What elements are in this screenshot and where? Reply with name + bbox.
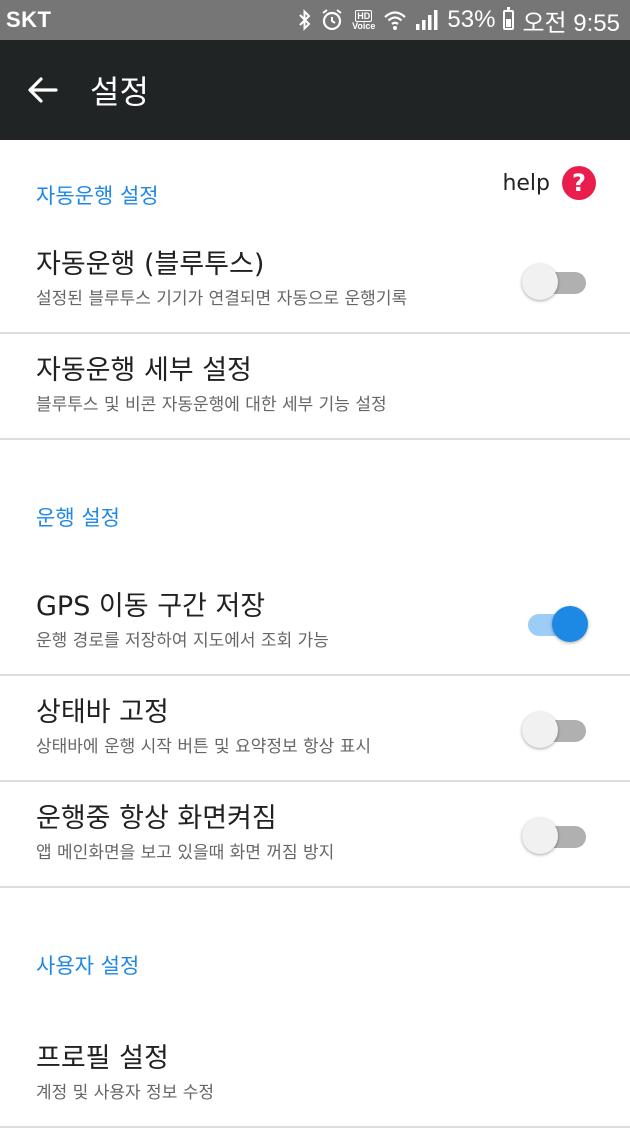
setting-title: 운행중 항상 화면켜짐	[36, 803, 277, 834]
hd-voice-icon: HD Voice	[352, 9, 376, 31]
auto-drive-bluetooth-toggle[interactable]	[522, 262, 586, 302]
section-header-drive-settings: 운행 설정	[36, 506, 120, 530]
setting-subtitle: 앱 메인화면을 보고 있을때 화면 꺼짐 방지	[36, 843, 335, 863]
setting-title: 자동운행 (블루투스)	[36, 249, 265, 280]
alarm-clock-icon	[320, 8, 344, 32]
setting-subtitle: 설정된 블루투스 기기가 연결되면 자동으로 운행기록	[36, 289, 408, 309]
setting-title: 프로필 설정	[36, 1043, 169, 1074]
app-bar: 설정	[0, 40, 630, 140]
page-title: 설정	[90, 73, 149, 111]
setting-title: 자동운행 세부 설정	[36, 355, 252, 386]
settings-list: 자동운행 설정 help ? 자동운행 (블루투스) 설정된 블루투스 기기가 …	[0, 140, 630, 1128]
battery-icon	[503, 7, 515, 30]
help-button[interactable]: help ?	[502, 166, 596, 200]
setting-subtitle: 블루투스 및 비콘 자동운행에 대한 세부 기능 설정	[36, 395, 387, 415]
setting-title: 상태바 고정	[36, 697, 169, 728]
statusbar-pin-toggle[interactable]	[522, 710, 586, 750]
status-icons: HD Voice 53% 오전 9:55	[298, 3, 620, 38]
status-bar: SKT HD Voice 53% 오전 9:55	[0, 0, 630, 40]
gps-save-toggle[interactable]	[522, 604, 588, 644]
wifi-icon	[383, 9, 407, 31]
setting-row-gps-save[interactable]: GPS 이동 구간 저장 운행 경로를 저장하여 지도에서 조회 가능	[0, 570, 630, 676]
section-header-user-settings: 사용자 설정	[36, 954, 140, 978]
arrow-left-icon	[28, 77, 58, 103]
question-circle-icon: ?	[562, 166, 596, 200]
setting-row-auto-drive-details[interactable]: 자동운행 세부 설정 블루투스 및 비콘 자동운행에 대한 세부 기능 설정	[0, 334, 630, 440]
setting-row-auto-drive-bluetooth[interactable]: 자동운행 (블루투스) 설정된 블루투스 기기가 연결되면 자동으로 운행기록	[0, 228, 630, 334]
screen-on-toggle[interactable]	[522, 816, 586, 856]
help-label: help	[502, 170, 550, 196]
setting-subtitle: 운행 경로를 저장하여 지도에서 조회 가능	[36, 631, 329, 651]
setting-row-profile[interactable]: 프로필 설정 계정 및 사용자 정보 수정	[0, 1022, 630, 1128]
carrier-label: SKT	[6, 7, 52, 32]
setting-title: GPS 이동 구간 저장	[36, 591, 266, 622]
setting-row-statusbar-pin[interactable]: 상태바 고정 상태바에 운행 시작 버튼 및 요약정보 항상 표시	[0, 676, 630, 782]
back-button[interactable]	[26, 73, 60, 107]
battery-percent: 53%	[447, 6, 496, 33]
bluetooth-icon	[298, 9, 312, 31]
section-header-auto-drive: 자동운행 설정 help ?	[0, 140, 630, 228]
signal-icon	[415, 9, 439, 31]
setting-subtitle: 상태바에 운행 시작 버튼 및 요약정보 항상 표시	[36, 737, 371, 757]
setting-subtitle: 계정 및 사용자 정보 수정	[36, 1083, 215, 1103]
clock: 오전 9:55	[522, 9, 620, 37]
setting-row-screen-on[interactable]: 운행중 항상 화면켜짐 앱 메인화면을 보고 있을때 화면 꺼짐 방지	[0, 782, 630, 888]
